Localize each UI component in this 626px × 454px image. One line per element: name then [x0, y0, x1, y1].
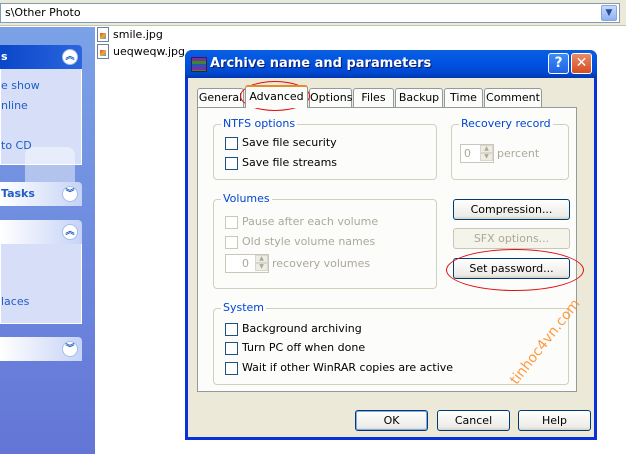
old-style-names-checkbox[interactable]: [225, 236, 238, 249]
checkbox-label: Background archiving: [242, 322, 362, 335]
save-file-streams-checkbox[interactable]: [225, 157, 238, 170]
image-file-icon: [97, 27, 109, 42]
file-name: ueqweqw.jpg: [113, 45, 185, 58]
spin-up-icon[interactable]: ▲: [480, 145, 493, 153]
compression-button[interactable]: Compression...: [453, 199, 570, 220]
advanced-panel: NTFS options Save file security Save fil…: [197, 107, 577, 392]
expand-chevron-icon[interactable]: ︾: [62, 186, 78, 202]
winrar-icon: [191, 57, 207, 72]
file-name: smile.jpg: [113, 28, 163, 41]
spin-down-icon[interactable]: ▼: [480, 153, 493, 161]
expand-chevron-icon[interactable]: ︾: [62, 341, 78, 357]
checkbox-label: Old style volume names: [242, 235, 376, 248]
spinner-value: 0: [464, 147, 471, 160]
dialog-title: Archive name and parameters: [210, 56, 432, 71]
set-password-button[interactable]: Set password...: [453, 258, 570, 279]
address-text: s\Other Photo: [5, 6, 81, 19]
spinner-buttons: ▲ ▼: [255, 255, 268, 272]
taskpane-section-title: s: [1, 50, 8, 63]
tab-comment[interactable]: Comment: [484, 88, 542, 107]
taskpane-section-body-1: e show nline to CD: [0, 69, 82, 195]
spinner-unit-label: percent: [497, 147, 540, 160]
tab-files[interactable]: Files: [353, 88, 394, 107]
taskpane-section-body-3: laces: [0, 244, 82, 324]
help-button[interactable]: Help: [518, 410, 591, 431]
pause-after-volume-checkbox[interactable]: [225, 216, 238, 229]
turn-off-pc-checkbox[interactable]: [225, 342, 238, 355]
taskpane-link-slideshow[interactable]: e show: [1, 79, 40, 92]
checkbox-label: Wait if other WinRAR copies are active: [242, 361, 454, 374]
taskpane-section-header-1[interactable]: s ︽: [0, 45, 82, 69]
dialog-titlebar[interactable]: Archive name and parameters ? ✕: [185, 50, 597, 78]
taskpane-section-title: Tasks: [1, 187, 35, 200]
help-title-button[interactable]: ?: [548, 53, 569, 74]
tab-options[interactable]: Options: [309, 88, 352, 107]
tab-bar: General Advanced Options Files Backup Ti…: [188, 78, 594, 108]
image-file-icon: [97, 44, 109, 59]
ok-button[interactable]: OK: [355, 410, 428, 431]
spinner-unit-label: recovery volumes: [272, 257, 371, 270]
taskpane-section-header-4[interactable]: ︾: [0, 337, 82, 361]
recovery-record-group: Recovery record 0 ▲ ▼ percent: [451, 117, 569, 180]
dialog-client: General Advanced Options Files Backup Ti…: [188, 78, 594, 437]
taskpane-link-online[interactable]: nline: [1, 99, 28, 112]
close-button[interactable]: ✕: [571, 53, 592, 74]
taskpane-link-places[interactable]: laces: [1, 295, 29, 308]
background-archiving-checkbox[interactable]: [225, 323, 238, 336]
checkbox-label: Save file streams: [242, 156, 338, 169]
checkbox-label: Save file security: [242, 136, 337, 149]
address-input[interactable]: s\Other Photo ▼: [0, 3, 620, 23]
address-bar: s\Other Photo ▼: [0, 0, 626, 26]
checkbox-label: Turn PC off when done: [242, 341, 366, 354]
spin-up-icon[interactable]: ▲: [255, 255, 268, 263]
recovery-record-spinner[interactable]: 0 ▲ ▼: [460, 144, 494, 163]
tab-backup[interactable]: Backup: [395, 88, 443, 107]
cancel-button[interactable]: Cancel: [437, 410, 510, 431]
tab-general[interactable]: General: [197, 88, 244, 107]
spinner-buttons: ▲ ▼: [480, 145, 493, 162]
tab-advanced[interactable]: Advanced: [245, 85, 308, 108]
taskpane-section-header-2[interactable]: Tasks ︾: [0, 182, 82, 206]
task-pane: s ︽ e show nline to CD Tasks ︾ ︽ laces ︾: [0, 27, 95, 454]
group-title: Volumes: [221, 192, 272, 206]
group-title: NTFS options: [221, 117, 298, 131]
spinner-value: 0: [242, 257, 249, 270]
wait-other-copies-checkbox[interactable]: [225, 362, 238, 375]
group-title: Recovery record: [459, 117, 553, 131]
address-dropdown-button[interactable]: ▼: [601, 5, 617, 21]
archive-dialog: Archive name and parameters ? ✕ General …: [185, 50, 597, 440]
tab-time[interactable]: Time: [444, 88, 483, 107]
sfx-options-button[interactable]: SFX options...: [453, 228, 570, 249]
ntfs-options-group: NTFS options Save file security Save fil…: [213, 117, 437, 180]
group-title: System: [221, 301, 267, 315]
recovery-volumes-spinner[interactable]: 0 ▲ ▼: [225, 254, 269, 273]
collapse-chevron-icon[interactable]: ︽: [62, 224, 78, 240]
checkbox-label: Pause after each volume: [242, 215, 379, 228]
save-file-security-checkbox[interactable]: [225, 137, 238, 150]
collapse-chevron-icon[interactable]: ︽: [62, 49, 78, 65]
volumes-group: Volumes Pause after each volume Old styl…: [213, 192, 437, 289]
spin-down-icon[interactable]: ▼: [255, 263, 268, 271]
taskpane-link-cd[interactable]: to CD: [1, 139, 32, 152]
taskpane-section-header-3[interactable]: ︽: [0, 220, 82, 244]
